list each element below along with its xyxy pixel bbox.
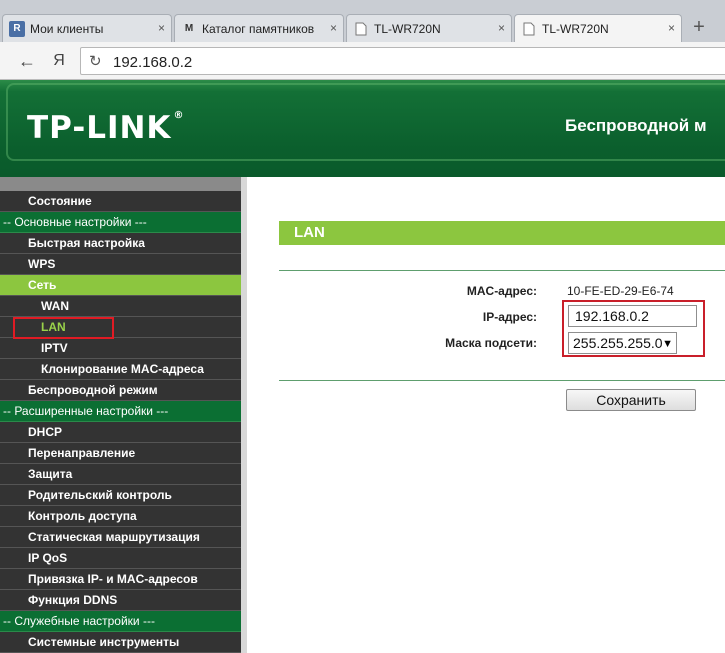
tab-label: TL-WR720N [374,21,441,36]
menu-top-strip [0,177,241,191]
sidebar-item[interactable]: Клонирование MAC-адреса [0,359,241,380]
subnet-mask-label: Маска подсети: [445,336,537,350]
sidebar-item[interactable]: Системные инструменты [0,632,241,653]
divider-top [279,270,725,271]
registered-mark: ® [173,110,185,121]
divider-bottom [279,380,725,381]
sidebar-item[interactable]: Беспроводной режим [0,380,241,401]
tab-router-2-active[interactable]: TL-WR720N × [514,14,682,42]
close-icon[interactable]: × [330,21,337,35]
url-field[interactable]: ↻ 192.168.0.2 [80,47,725,75]
sidebar-menu: Состояние -- Основные настройки --- Быстра… [0,177,247,653]
tp-link-logo: TP-LINK ® [27,110,184,146]
new-tab-button[interactable]: + [684,16,714,40]
tab-label: Каталог памятников [202,21,315,36]
sidebar-item[interactable]: Родительский контроль [0,485,241,506]
close-icon[interactable]: × [498,21,505,35]
mac-label: MAC-адрес: [466,284,537,298]
yandex-icon[interactable]: Я [48,50,70,72]
tab-my-clients[interactable]: R Мои клиенты × [2,14,172,42]
sidebar-item[interactable]: Быстрая настройка [0,233,241,254]
mac-value: 10-FE-ED-29-E6-74 [567,284,674,298]
sidebar-item[interactable]: DHCP [0,422,241,443]
header-title: Беспроводной м [565,116,707,135]
sidebar-item[interactable]: Привязка IP- и MAC-адресов [0,569,241,590]
sidebar-item[interactable]: Контроль доступа [0,506,241,527]
lan-highlight-box [13,317,114,339]
main-content: LAN MAC-адрес: 10-FE-ED-29-E6-74 IP-адре… [247,177,725,653]
browser-tab-strip: R Мои клиенты × M Каталог памятников × T… [0,0,725,42]
sidebar-item[interactable]: Перенаправление [0,443,241,464]
tab-label: Мои клиенты [30,21,104,36]
url-text: 192.168.0.2 [113,54,193,71]
app-favicon-icon: R [9,20,25,37]
page-favicon-icon [521,21,537,37]
sidebar-item[interactable]: WAN [0,296,241,317]
sidebar-item[interactable]: IPTV [0,338,241,359]
tab-router-1[interactable]: TL-WR720N × [346,14,512,42]
sidebar-item[interactable]: Защита [0,464,241,485]
close-icon[interactable]: × [668,21,675,35]
menu-section-header: -- Расширенные настройки --- [0,401,241,422]
sidebar-item[interactable]: Сеть [0,275,241,296]
menu-section-header: -- Основные настройки --- [0,212,241,233]
sidebar-item[interactable]: Состояние [0,191,241,212]
menu-section-header: -- Служебные настройки --- [0,611,241,632]
ip-label: IP-адрес: [482,310,537,324]
sidebar-item[interactable]: WPS [0,254,241,275]
reload-icon[interactable]: ↻ [89,52,102,70]
logo-text: TP-LINK [27,110,172,146]
save-button[interactable]: Сохранить [566,389,696,411]
close-icon[interactable]: × [158,21,165,35]
tab-label: TL-WR720N [542,21,609,36]
page-favicon-icon [353,21,369,37]
sidebar-item[interactable]: Статическая маршрутизация [0,527,241,548]
sidebar-item[interactable]: IP QoS [0,548,241,569]
address-bar-row: ← Я ↻ 192.168.0.2 [0,42,725,80]
fields-highlight-box [562,300,705,357]
sidebar-item[interactable]: Функция DDNS [0,590,241,611]
back-arrow-icon[interactable]: ← [16,50,38,72]
tab-monuments-catalog[interactable]: M Каталог памятников × [174,14,344,42]
section-title: LAN [279,221,725,245]
catalog-favicon-icon: M [184,23,194,34]
